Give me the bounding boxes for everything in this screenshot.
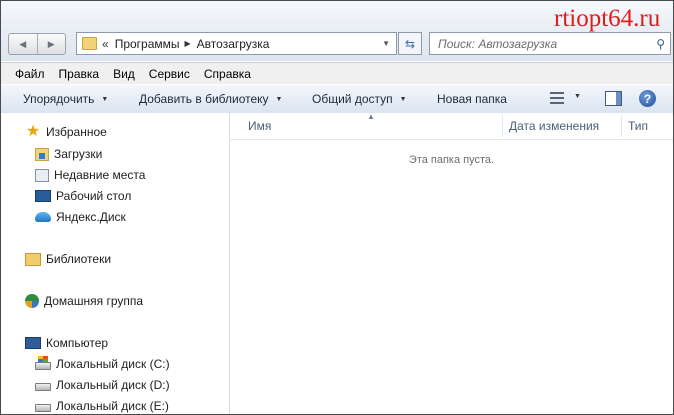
- column-headers: ▲ Имя Дата изменения Тип: [230, 112, 673, 140]
- column-divider[interactable]: [502, 115, 503, 137]
- chevron-down-icon: ▼: [399, 95, 407, 103]
- address-bar-area: rtiopt64.ru ◀ ▶ « Программы ▶ Автозагруз…: [1, 1, 673, 61]
- nav-disk-c[interactable]: Локальный диск (C:): [35, 356, 170, 371]
- yandex-disk-icon: [35, 212, 51, 222]
- new-folder-label: Новая папка: [437, 92, 507, 106]
- nav-disk-d-label: Локальный диск (D:): [56, 378, 170, 392]
- organize-label: Упорядочить: [23, 92, 95, 106]
- column-header-type[interactable]: Тип: [628, 113, 648, 139]
- share-label: Общий доступ: [312, 92, 393, 106]
- navigation-pane: ★ Избранное Загрузки Недавние места Рабо…: [1, 113, 230, 414]
- nav-disk-e-label: Локальный диск (E:): [56, 399, 169, 413]
- menu-view[interactable]: Вид: [106, 67, 142, 81]
- search-input[interactable]: [436, 35, 652, 52]
- nav-desktop[interactable]: Рабочий стол: [35, 189, 131, 203]
- nav-favorites[interactable]: ★ Избранное: [25, 123, 107, 140]
- view-options-icon[interactable]: [550, 92, 564, 104]
- breadcrumb-overflow[interactable]: «: [102, 37, 109, 51]
- computer-icon: [25, 337, 41, 349]
- nav-libraries[interactable]: Библиотеки: [25, 252, 111, 266]
- help-icon[interactable]: ?: [639, 90, 656, 107]
- nav-disk-d[interactable]: Локальный диск (D:): [35, 378, 170, 392]
- column-header-name[interactable]: Имя: [248, 113, 271, 139]
- new-folder-button[interactable]: Новая папка: [437, 85, 507, 113]
- menu-help[interactable]: Справка: [197, 67, 258, 81]
- address-field[interactable]: « Программы ▶ Автозагрузка ▼: [76, 32, 397, 55]
- nav-downloads-label: Загрузки: [54, 147, 103, 161]
- back-arrow-icon: ◀: [19, 38, 27, 49]
- forward-arrow-icon: ▶: [47, 38, 55, 49]
- nav-yandex-label: Яндекс.Диск: [56, 210, 126, 224]
- nav-disk-c-label: Локальный диск (C:): [56, 357, 170, 371]
- back-button[interactable]: ◀: [9, 34, 37, 54]
- search-box[interactable]: ⚲: [429, 32, 671, 55]
- nav-recent-places[interactable]: Недавние места: [35, 168, 145, 182]
- nav-desktop-label: Рабочий стол: [56, 189, 132, 203]
- empty-folder-message: Эта папка пуста.: [408, 154, 495, 166]
- nav-libraries-label: Библиотеки: [46, 252, 112, 266]
- nav-homegroup-label: Домашняя группа: [44, 294, 144, 308]
- breadcrumb-programs[interactable]: Программы: [115, 37, 180, 51]
- nav-recent-label: Недавние места: [54, 168, 146, 182]
- nav-favorites-label: Избранное: [46, 125, 107, 139]
- recent-places-icon: [35, 168, 49, 182]
- breadcrumb-arrow-icon[interactable]: ▶: [185, 39, 191, 48]
- nav-computer-label: Компьютер: [46, 336, 109, 350]
- star-icon: ★: [25, 123, 41, 140]
- refresh-icon: ⇆: [404, 36, 416, 51]
- search-icon[interactable]: ⚲: [656, 37, 665, 51]
- explorer-window: rtiopt64.ru ◀ ▶ « Программы ▶ Автозагруз…: [0, 0, 674, 415]
- chevron-down-icon: ▼: [101, 95, 109, 103]
- disk-icon: [35, 383, 51, 391]
- libraries-icon: [25, 252, 41, 266]
- nav-disk-e[interactable]: Локальный диск (E:): [35, 399, 169, 413]
- add-to-library-button[interactable]: Добавить в библиотеку ▼: [139, 85, 282, 113]
- disk-icon: [35, 404, 51, 412]
- sort-ascending-icon: ▲: [367, 112, 375, 121]
- downloads-folder-icon: [35, 147, 49, 161]
- organize-button[interactable]: Упорядочить ▼: [23, 85, 108, 113]
- refresh-button[interactable]: ⇆: [398, 32, 422, 55]
- nav-buttons: ◀ ▶: [8, 33, 66, 55]
- view-options-chevron-icon[interactable]: ▼: [574, 93, 581, 100]
- desktop-icon: [35, 190, 51, 202]
- column-divider[interactable]: [621, 115, 622, 137]
- menu-bar: Файл Правка Вид Сервис Справка: [1, 62, 673, 84]
- nav-yandex-disk[interactable]: Яндекс.Диск: [35, 210, 126, 224]
- watermark: rtiopt64.ru: [554, 5, 661, 32]
- homegroup-icon: [25, 294, 39, 308]
- add-to-library-label: Добавить в библиотеку: [139, 92, 269, 106]
- preview-pane-icon[interactable]: [605, 91, 622, 106]
- file-list-pane[interactable]: ▲ Имя Дата изменения Тип Эта папка пуста…: [230, 112, 673, 414]
- menu-tools[interactable]: Сервис: [142, 67, 197, 81]
- nav-downloads[interactable]: Загрузки: [35, 147, 102, 161]
- nav-homegroup[interactable]: Домашняя группа: [25, 294, 143, 308]
- nav-computer[interactable]: Компьютер: [25, 336, 108, 350]
- share-button[interactable]: Общий доступ ▼: [312, 85, 407, 113]
- system-disk-icon: [35, 356, 51, 370]
- chevron-down-icon: ▼: [275, 95, 283, 103]
- menu-file[interactable]: Файл: [1, 67, 52, 81]
- column-header-date[interactable]: Дата изменения: [509, 113, 599, 139]
- breadcrumb-startup[interactable]: Автозагрузка: [197, 37, 270, 51]
- menu-edit[interactable]: Правка: [52, 67, 107, 81]
- command-bar: Упорядочить ▼ Добавить в библиотеку ▼ Об…: [1, 84, 673, 114]
- forward-button[interactable]: ▶: [36, 34, 66, 54]
- folder-icon: [82, 37, 97, 50]
- address-dropdown-icon[interactable]: ▼: [382, 39, 390, 48]
